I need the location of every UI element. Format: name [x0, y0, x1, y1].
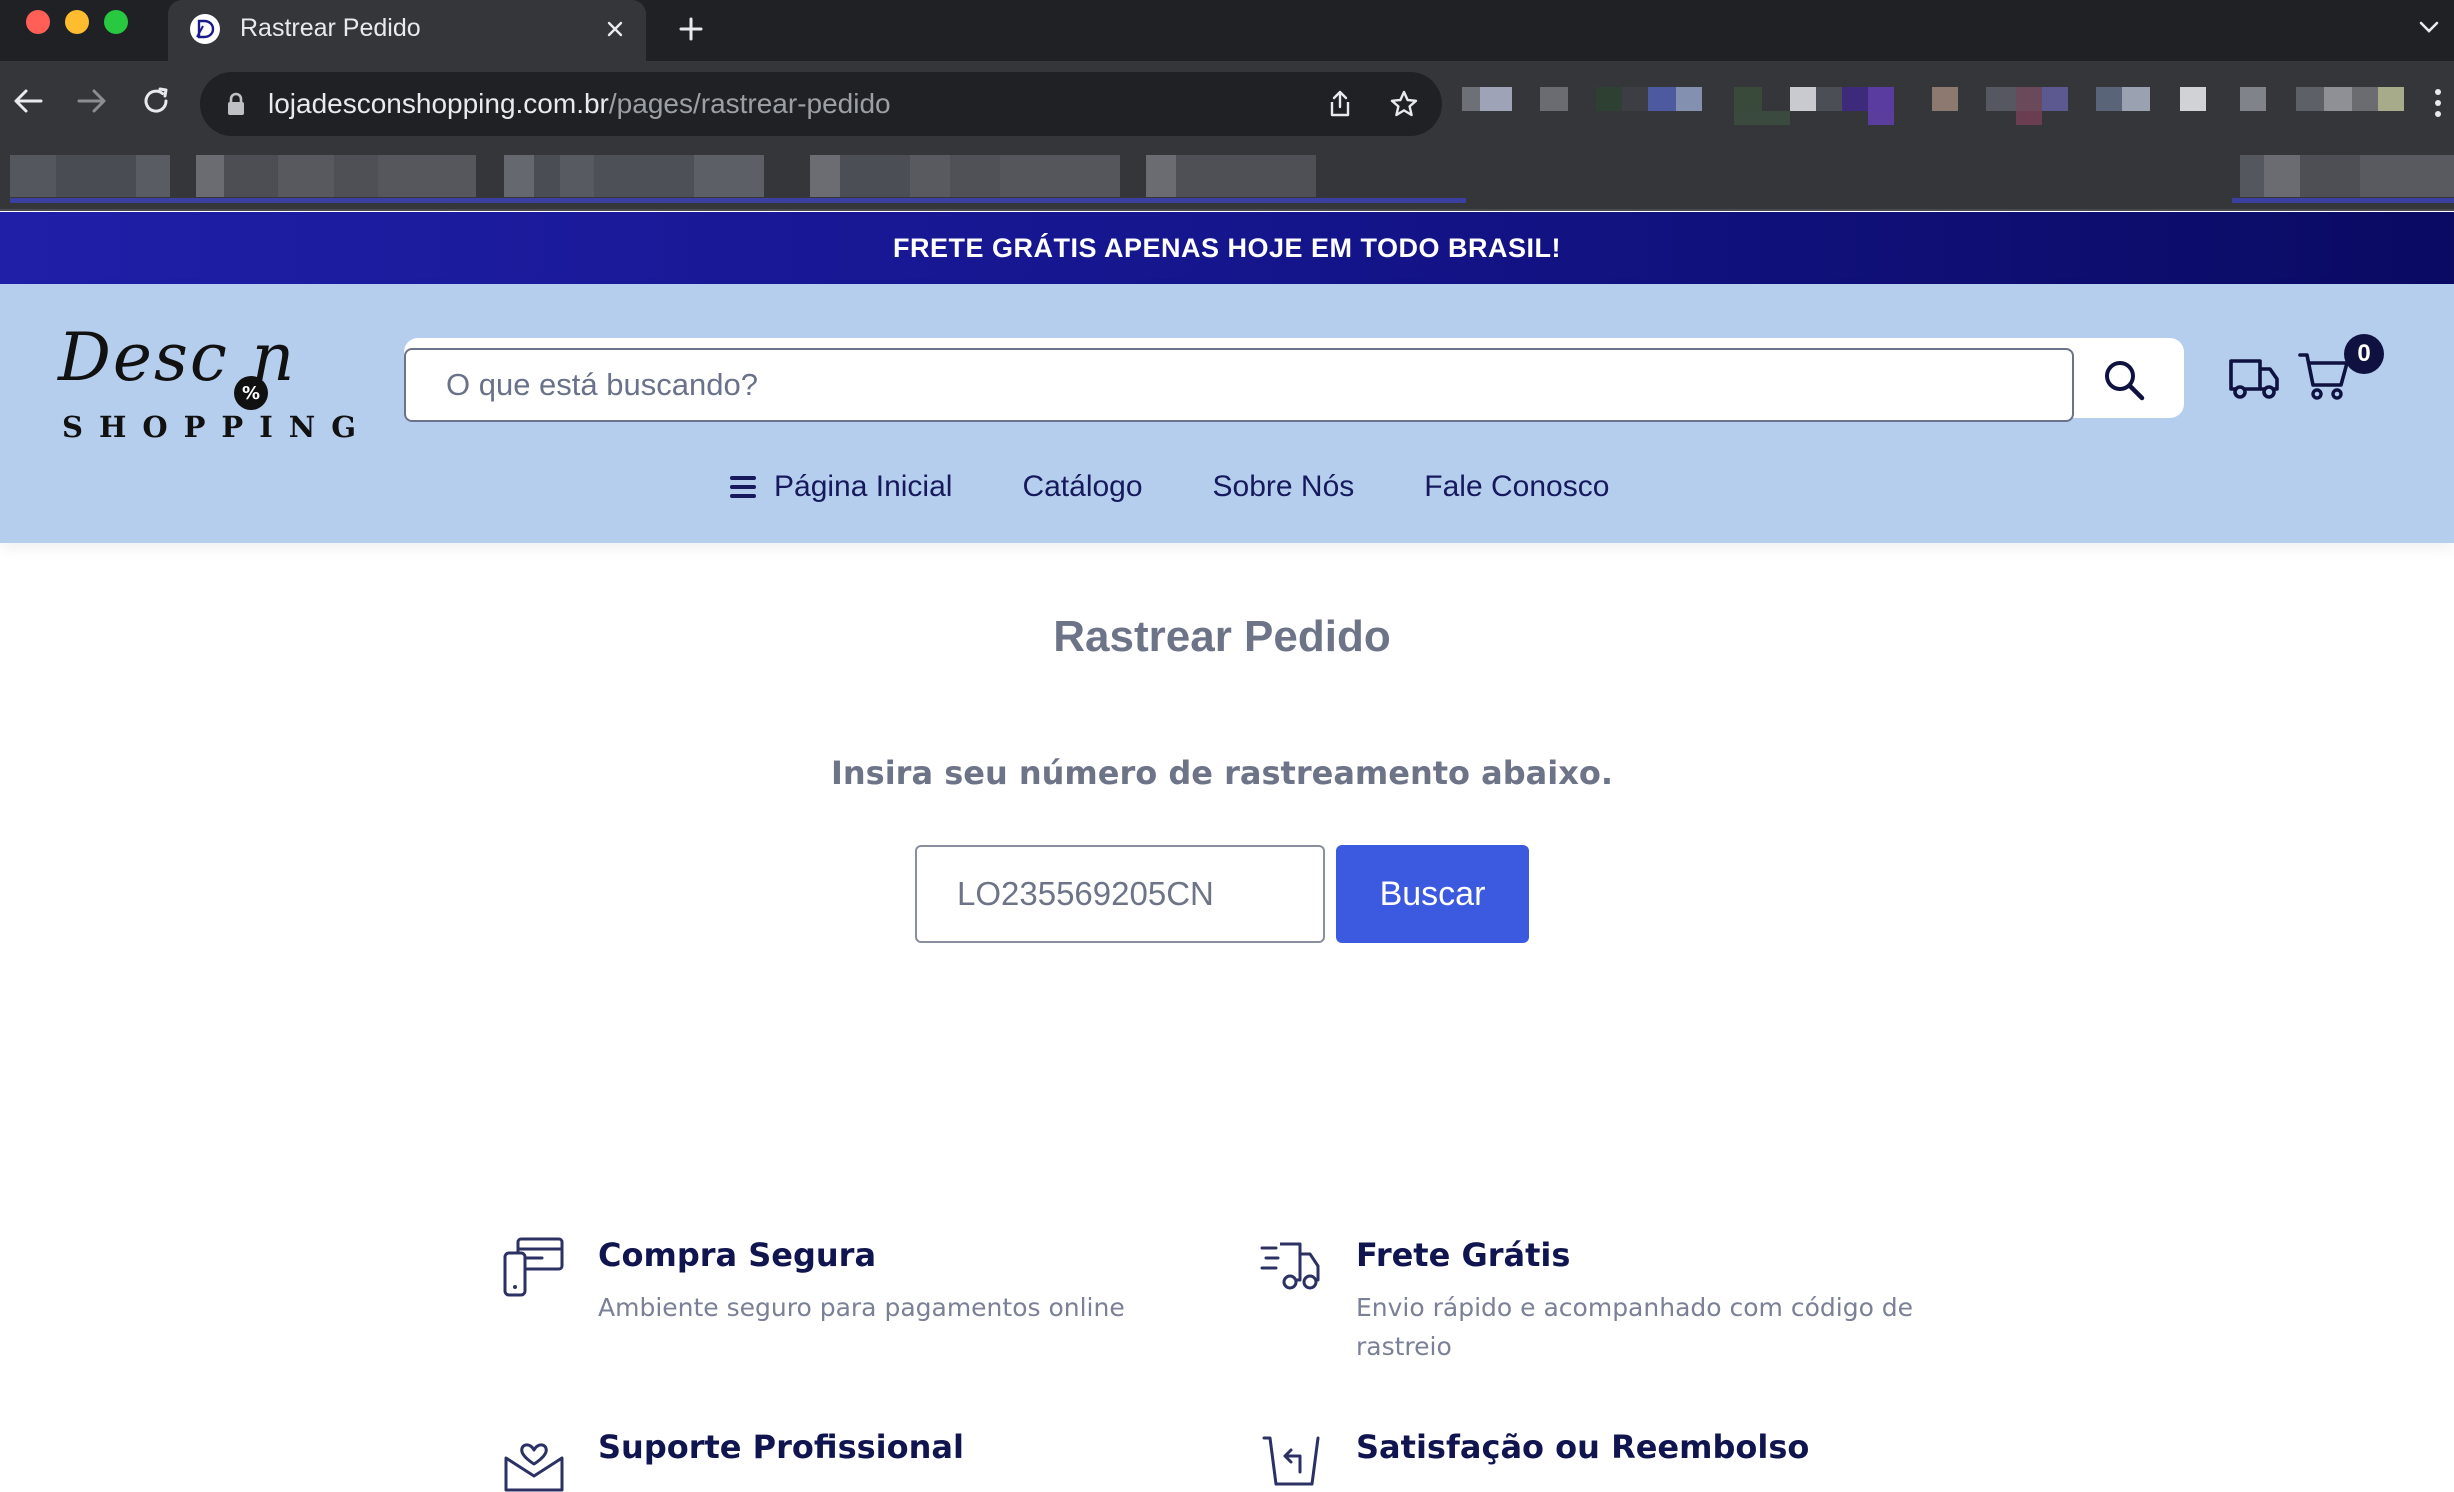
nav-item-pagina-inicial[interactable]: Página Inicial — [730, 470, 952, 504]
bookmark-item[interactable] — [56, 155, 136, 197]
address-bar[interactable]: lojadesconshopping.com.br/pages/rastrear… — [200, 72, 1442, 136]
fast-delivery-icon — [1260, 1242, 1320, 1290]
bookmark-item[interactable] — [2240, 155, 2264, 197]
secure-payment-icon — [503, 1237, 564, 1297]
order-tracking-truck-icon[interactable] — [2226, 350, 2282, 406]
feature-title: Satisfação ou Reembolso — [1356, 1428, 1810, 1466]
bookmark-item[interactable] — [1176, 155, 1316, 197]
refund-icon — [1262, 1436, 1320, 1486]
reload-icon[interactable] — [134, 79, 178, 123]
desconshopping-logo[interactable]: Desc n % SHOPPING — [58, 320, 356, 445]
free-shipping-banner: FRETE GRÁTIS APENAS HOJE EM TODO BRASIL! — [0, 212, 2454, 284]
bookmark-item[interactable] — [840, 155, 910, 197]
feature-description: Ambiente seguro para pagamentos online — [598, 1293, 1125, 1322]
back-arrow-icon[interactable] — [6, 79, 50, 123]
nav-item-catalogo[interactable]: Catálogo — [1022, 470, 1142, 504]
feature-title: Suporte Profissional — [598, 1428, 964, 1466]
nav-item-label: Página Inicial — [774, 470, 953, 503]
page-title: Rastrear Pedido — [1053, 612, 1391, 661]
promo-text: FRETE GRÁTIS APENAS HOJE EM TODO BRASIL! — [892, 232, 1562, 263]
nav-item-label: Fale Conosco — [1424, 470, 1610, 503]
main-navigation: Página Inicial Catálogo Sobre Nós Fale C… — [730, 462, 1609, 512]
bookmark-item[interactable] — [910, 155, 950, 197]
bookmark-item[interactable] — [378, 155, 476, 197]
tab-close-icon[interactable] — [600, 14, 630, 44]
nav-item-label: Sobre Nós — [1212, 470, 1355, 503]
tab-search-chevron-down-icon[interactable] — [2414, 12, 2444, 42]
bookmark-item[interactable] — [504, 155, 534, 197]
bookmark-item[interactable] — [2264, 155, 2300, 197]
share-icon[interactable] — [1322, 86, 1358, 122]
feature-title: Frete Grátis — [1356, 1236, 1571, 1274]
cart-count-badge: 0 — [2344, 334, 2384, 374]
window-close-button[interactable] — [26, 10, 50, 34]
bookmark-item[interactable] — [1146, 155, 1176, 197]
window-zoom-button[interactable] — [104, 10, 128, 34]
nav-item-sobre-nos[interactable]: Sobre Nós — [1213, 470, 1355, 504]
lock-icon — [228, 92, 244, 115]
site-header: Desc n % SHOPPING 0 Página Inicial Catál… — [0, 284, 2454, 543]
browser-tab-strip: Rastrear Pedido — [0, 0, 2454, 61]
bookmark-item[interactable] — [560, 155, 594, 197]
tracking-number-input[interactable] — [915, 845, 1325, 943]
window-minimize-button[interactable] — [65, 10, 89, 34]
bookmark-item[interactable] — [534, 155, 560, 197]
site-favicon-icon — [190, 14, 220, 44]
new-tab-plus-icon[interactable] — [674, 12, 708, 46]
bookmark-item[interactable] — [1000, 155, 1120, 197]
search-input[interactable] — [404, 348, 2074, 422]
feature-title: Compra Segura — [598, 1236, 877, 1274]
logo-percent-badge: % — [234, 376, 268, 410]
hamburger-menu-icon[interactable] — [730, 476, 756, 498]
bookmarks-bar — [0, 147, 2454, 211]
search-bar — [404, 338, 2184, 422]
bookmark-underline — [10, 198, 1466, 203]
bookmark-item[interactable] — [2300, 155, 2360, 197]
bookmark-item[interactable] — [950, 155, 1000, 197]
search-tracking-button[interactable]: Buscar — [1336, 845, 1529, 943]
bookmark-item[interactable] — [10, 155, 56, 197]
bookmark-item[interactable] — [2360, 155, 2454, 197]
bookmark-underline — [2232, 198, 2454, 203]
bookmark-item[interactable] — [224, 155, 278, 197]
bookmark-item[interactable] — [196, 155, 224, 197]
browser-menu-icon[interactable] — [2428, 83, 2448, 123]
nav-item-fale-conosco[interactable]: Fale Conosco — [1424, 470, 1609, 504]
extensions-area[interactable] — [1462, 87, 2412, 127]
bookmark-item[interactable] — [136, 155, 170, 197]
support-mail-icon — [504, 1443, 564, 1492]
browser-toolbar: lojadesconshopping.com.br/pages/rastrear… — [0, 61, 2454, 147]
bookmark-item[interactable] — [594, 155, 694, 197]
tab-title: Rastrear Pedido — [240, 14, 421, 42]
forward-arrow-icon[interactable] — [70, 79, 114, 123]
bookmark-star-icon[interactable] — [1386, 86, 1422, 122]
logo-subtitle: SHOPPING — [62, 410, 373, 444]
bookmark-item[interactable] — [334, 155, 378, 197]
tracking-instructions: Insira seu número de rastreamento abaixo… — [830, 754, 1614, 792]
nav-item-label: Catálogo — [1022, 470, 1143, 503]
search-icon[interactable] — [2094, 350, 2154, 410]
browser-tab-active[interactable]: Rastrear Pedido — [168, 0, 646, 61]
feature-description: Envio rápido e acompanhado com código de… — [1356, 1293, 1914, 1361]
bookmark-item[interactable] — [694, 155, 764, 197]
url-text: lojadesconshopping.com.br/pages/rastrear… — [268, 88, 891, 119]
bookmark-item[interactable] — [278, 155, 334, 197]
bookmark-item[interactable] — [810, 155, 840, 197]
